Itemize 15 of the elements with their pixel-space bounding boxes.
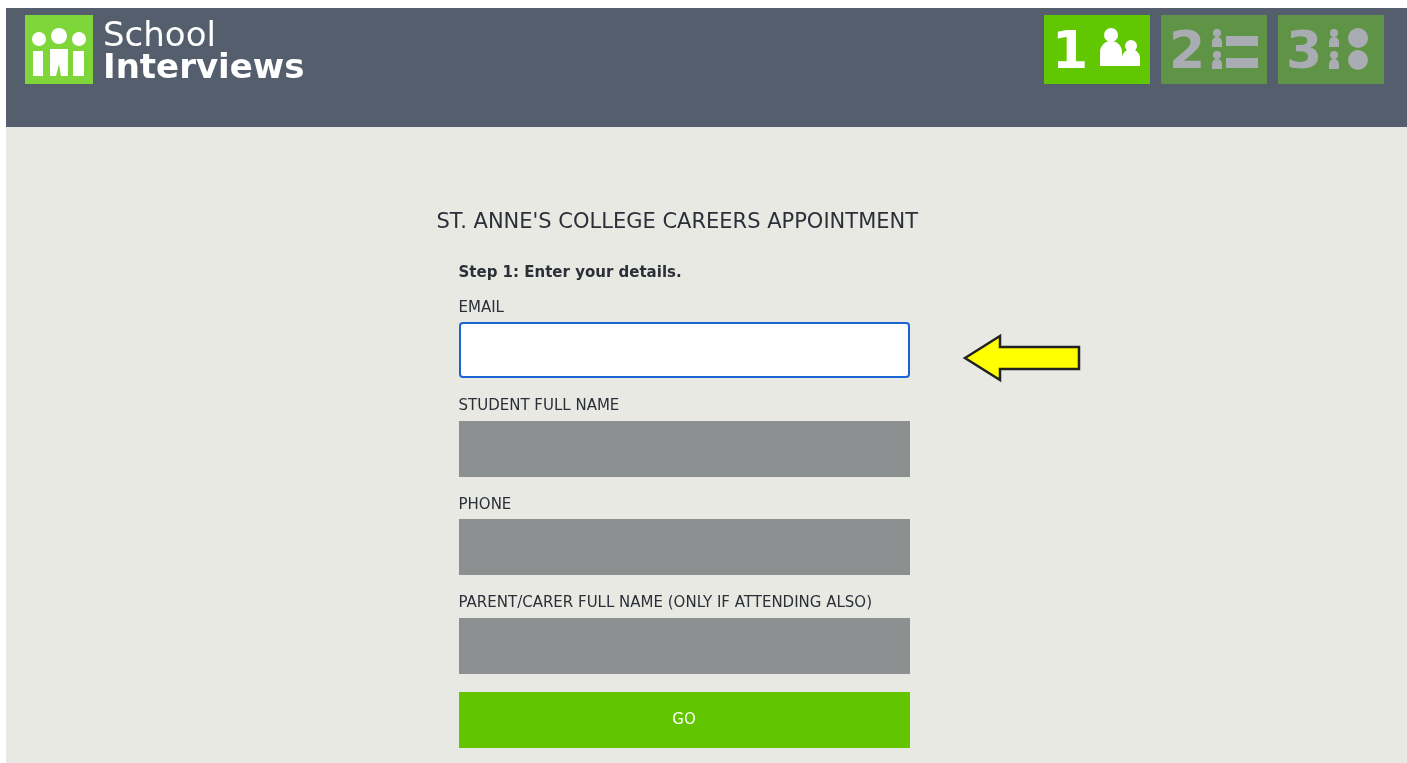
field-label: EMAIL	[458, 296, 505, 318]
instruction-text: Step 1: Enter your details.	[458, 262, 683, 283]
step-tab[interactable]: 1	[1044, 15, 1150, 84]
arrow-icon	[962, 333, 1082, 383]
logo-text: Interviews	[103, 49, 305, 82]
field-label: PARENT/CARER FULL NAME (ONLY IF ATTENDING ALSO)	[458, 592, 873, 613]
input-field[interactable]	[458, 322, 910, 378]
logo-icon	[25, 15, 93, 84]
step-tab[interactable]: 3	[1278, 15, 1384, 84]
form-title: ST. ANNE'S COLLEGE CAREERS APPOINTMENT	[436, 208, 919, 235]
go-button[interactable]: GO	[458, 691, 910, 748]
step-tab[interactable]: 2	[1161, 15, 1267, 84]
field-label: PHONE	[458, 493, 513, 515]
field-label: STUDENT FULL NAME	[458, 395, 621, 416]
logo-text: School	[103, 17, 216, 50]
